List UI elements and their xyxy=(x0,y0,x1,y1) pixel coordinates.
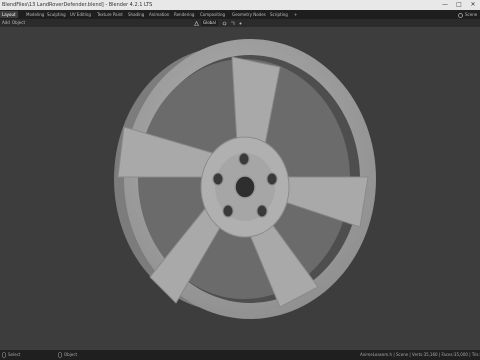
tab-animation[interactable]: Animation xyxy=(147,11,171,18)
minimize-button[interactable]: — xyxy=(438,0,452,10)
orientation-icon[interactable] xyxy=(194,19,199,27)
transform-orientation-dropdown[interactable]: Global xyxy=(201,20,218,26)
snap-icon[interactable] xyxy=(230,19,235,27)
status-bar: Select Object AnimeLeasem.h | Scene | Ve… xyxy=(0,350,480,360)
tab-uv-editing[interactable]: UV Editing xyxy=(68,11,93,18)
maximize-button[interactable]: □ xyxy=(452,0,466,10)
window-titlebar: BlendFiles\13 LandRoverDefender.blend] -… xyxy=(0,0,480,10)
window-title: BlendFiles\13 LandRoverDefender.blend] -… xyxy=(2,2,153,8)
viewport-header: Add Object Global xyxy=(0,19,480,27)
scene-icon[interactable] xyxy=(458,11,463,18)
menu-object[interactable]: Object xyxy=(12,19,25,27)
tab-texture-paint[interactable]: Texture Paint xyxy=(95,11,125,18)
3d-viewport[interactable] xyxy=(0,27,480,350)
close-button[interactable]: ✕ xyxy=(466,0,480,10)
wheel-model[interactable] xyxy=(0,27,480,350)
add-workspace-button[interactable]: + xyxy=(292,11,299,18)
tab-shading[interactable]: Shading xyxy=(126,11,146,18)
tab-sculpting[interactable]: Sculpting xyxy=(45,11,68,18)
tab-geometry-nodes[interactable]: Geometry Nodes xyxy=(230,11,268,18)
scene-selector[interactable]: Scene xyxy=(465,11,477,18)
menu-add[interactable]: Add xyxy=(2,19,10,27)
mouse-left-icon xyxy=(2,350,6,360)
tab-rendering[interactable]: Rendering xyxy=(172,11,196,18)
proportional-edit-icon[interactable] xyxy=(238,19,243,27)
pivot-icon[interactable] xyxy=(222,19,227,27)
workspace-tabs-bar: Layout Modeling Sculpting UV Editing Tex… xyxy=(0,10,480,19)
mouse-middle-icon xyxy=(58,350,62,360)
tab-compositing[interactable]: Compositing xyxy=(198,11,227,18)
status-object: Object xyxy=(64,352,78,357)
tab-modeling[interactable]: Modeling xyxy=(24,11,46,18)
tab-layout[interactable]: Layout xyxy=(0,11,18,18)
status-select: Select xyxy=(8,352,21,357)
tab-scripting[interactable]: Scripting xyxy=(268,11,290,18)
status-stats: AnimeLeasem.h | Scene | Verts:35,160 | F… xyxy=(360,352,480,357)
